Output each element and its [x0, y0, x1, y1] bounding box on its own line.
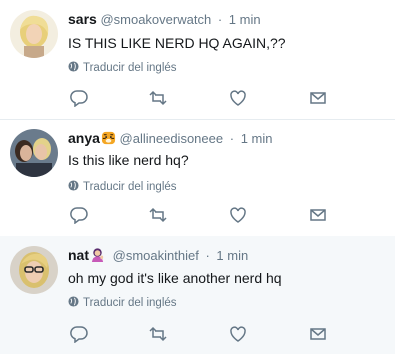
user-handle[interactable]: @smoakinthief	[113, 248, 199, 263]
like-icon[interactable]	[229, 89, 249, 109]
globe-icon	[68, 296, 79, 307]
display-name[interactable]: nat	[68, 247, 89, 263]
tweet-1[interactable]: sars @smoakoverwatch · 1 min IS THIS LIK…	[0, 0, 395, 120]
like-icon[interactable]	[229, 206, 249, 226]
avatar[interactable]	[10, 246, 58, 294]
display-name[interactable]: anya	[68, 130, 100, 146]
translate-link[interactable]: Traducir del inglés	[68, 296, 177, 309]
tweet-text: IS THIS LIKE NERD HQ AGAIN,??	[68, 35, 286, 51]
reply-icon[interactable]	[70, 325, 90, 345]
tweet-2[interactable]: anya @allineedisoneee · 1 min Is this li…	[0, 119, 395, 237]
separator: ·	[217, 12, 223, 27]
tweet-actions	[70, 325, 330, 345]
avatar[interactable]	[10, 129, 58, 177]
reply-icon[interactable]	[70, 89, 90, 109]
user-handle[interactable]: @smoakoverwatch	[100, 12, 211, 27]
like-icon[interactable]	[229, 325, 249, 345]
tweet-header: anya @allineedisoneee · 1 min	[68, 130, 273, 146]
timestamp[interactable]: 1 min	[216, 248, 248, 263]
timestamp[interactable]: 1 min	[229, 12, 261, 27]
tweet-3[interactable]: nat @smoakinthief · 1 min oh my god it's…	[0, 236, 395, 354]
display-name[interactable]: sars	[68, 11, 97, 27]
translate-label: Traducir del inglés	[83, 181, 177, 193]
tiger-face-emoji	[101, 131, 115, 145]
timestamp[interactable]: 1 min	[241, 131, 273, 146]
tweet-text: Is this like nerd hq?	[68, 152, 189, 168]
globe-icon	[68, 180, 79, 191]
tweet-actions	[70, 206, 330, 226]
retweet-icon[interactable]	[149, 206, 169, 226]
translate-link[interactable]: Traducir del inglés	[68, 61, 177, 74]
reply-icon[interactable]	[70, 206, 90, 226]
direct-message-icon[interactable]	[309, 325, 329, 345]
avatar[interactable]	[10, 10, 58, 58]
separator: ·	[205, 248, 210, 263]
direct-message-icon[interactable]	[309, 89, 329, 109]
tweet-text: oh my god it's like another nerd hq	[68, 270, 282, 286]
translate-label: Traducir del inglés	[83, 62, 177, 74]
translate-label: Traducir del inglés	[83, 297, 177, 309]
direct-message-icon[interactable]	[309, 206, 329, 226]
tweet-header: sars @smoakoverwatch · 1 min	[68, 11, 261, 27]
retweet-icon[interactable]	[149, 89, 169, 109]
retweet-icon[interactable]	[149, 325, 169, 345]
woman-tipping-hand-emoji	[91, 248, 104, 262]
separator: ·	[229, 131, 235, 146]
globe-icon	[68, 61, 79, 72]
tweet-header: nat @smoakinthief · 1 min	[68, 247, 248, 263]
translate-link[interactable]: Traducir del inglés	[68, 180, 177, 193]
tweet-actions	[70, 89, 330, 109]
user-handle[interactable]: @allineedisoneee	[120, 131, 224, 146]
